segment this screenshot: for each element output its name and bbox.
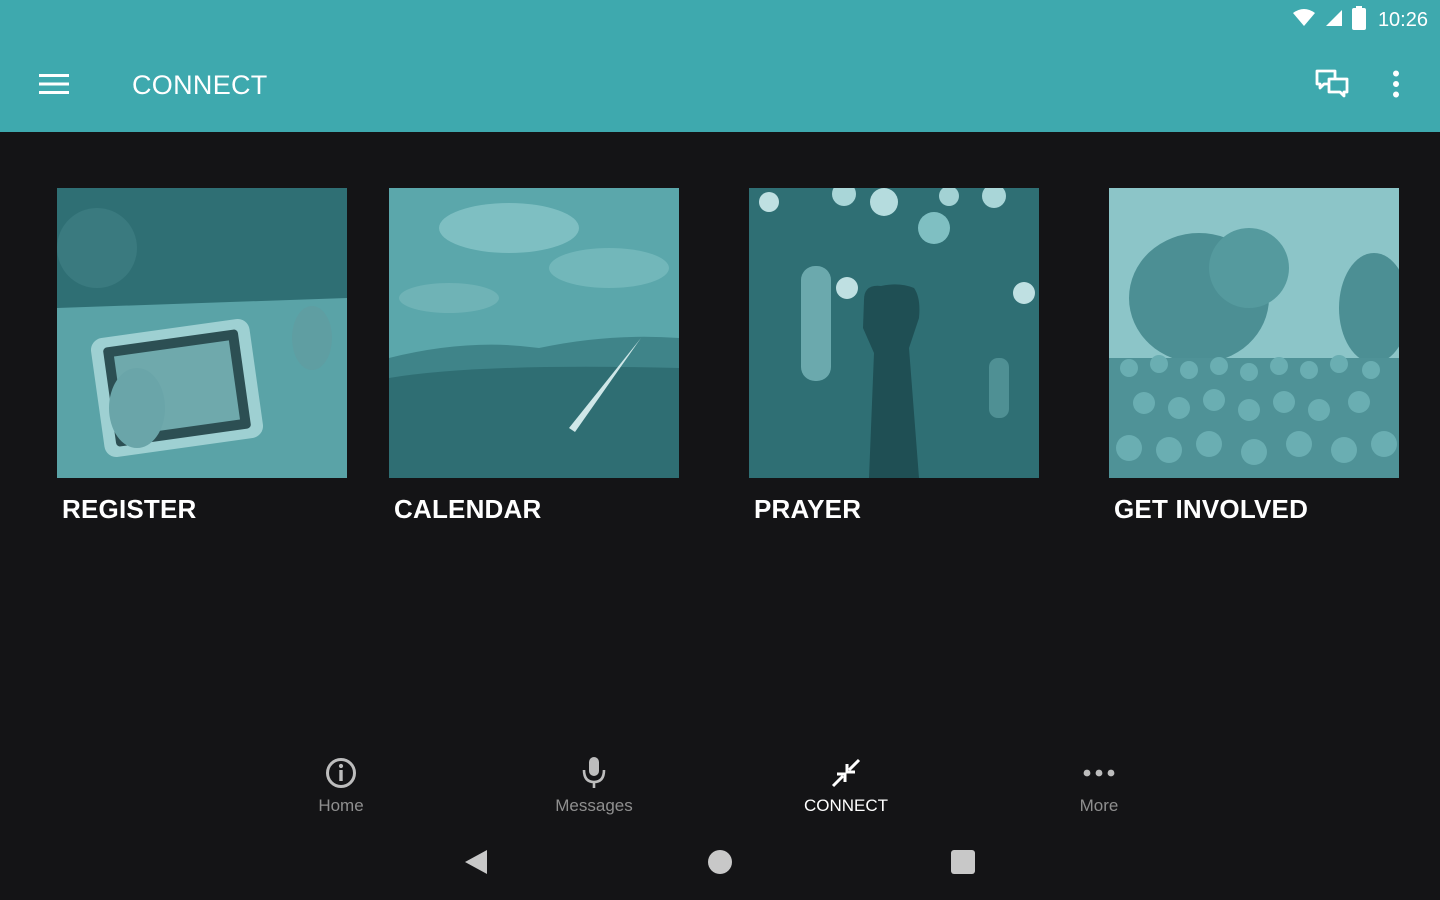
nav-item-more[interactable]: More — [1029, 756, 1169, 826]
tile-calendar[interactable]: CALENDAR — [389, 188, 679, 528]
signal-icon — [1324, 8, 1344, 33]
status-time: 10:26 — [1377, 8, 1428, 31]
back-triangle-icon — [463, 848, 489, 881]
dots-horizontal-icon — [1083, 756, 1115, 790]
get-involved-image — [1109, 188, 1399, 478]
info-circle-icon — [325, 756, 357, 790]
status-bar: 10:26 — [1292, 5, 1428, 35]
toolbar: CONNECT — [0, 56, 1440, 116]
system-navigation-bar — [0, 836, 1440, 892]
app-bar: 10:26 CONNECT — [0, 0, 1440, 132]
nav-label: More — [1079, 796, 1119, 815]
chat-button[interactable] — [1306, 64, 1358, 108]
home-circle-icon — [707, 849, 733, 880]
calendar-image — [389, 188, 679, 478]
microphone-icon — [581, 756, 607, 790]
connect-arrows-icon — [831, 756, 861, 790]
recents-button[interactable] — [943, 848, 983, 880]
tile-register[interactable]: REGISTER — [57, 188, 347, 528]
tile-get-involved[interactable]: GET INVOLVED — [1109, 188, 1399, 528]
tile-prayer[interactable]: PRAYER — [749, 188, 1039, 528]
prayer-image — [749, 188, 1039, 478]
nav-item-messages[interactable]: Messages — [524, 756, 664, 826]
hamburger-menu-icon — [39, 73, 69, 100]
nav-label: CONNECT — [803, 796, 889, 815]
overflow-menu-icon — [1392, 70, 1400, 103]
battery-icon — [1351, 5, 1366, 35]
back-button[interactable] — [456, 848, 496, 880]
register-image — [57, 188, 347, 478]
bottom-navigation: Home Messages CONNECT More — [0, 748, 1440, 828]
tile-label: REGISTER — [62, 494, 197, 524]
nav-label: Messages — [555, 796, 633, 815]
nav-label: Home — [318, 796, 364, 815]
wifi-icon — [1292, 8, 1316, 33]
tile-label: CALENDAR — [394, 494, 542, 524]
nav-item-home[interactable]: Home — [271, 756, 411, 826]
menu-button[interactable] — [30, 66, 78, 106]
recents-square-icon — [950, 849, 976, 880]
overflow-menu-button[interactable] — [1376, 64, 1416, 108]
chat-bubbles-icon — [1315, 69, 1349, 104]
home-button[interactable] — [700, 848, 740, 880]
tile-label: GET INVOLVED — [1114, 494, 1309, 524]
page-title: CONNECT — [132, 70, 268, 100]
tile-label: PRAYER — [754, 494, 862, 524]
nav-item-connect[interactable]: CONNECT — [776, 756, 916, 826]
